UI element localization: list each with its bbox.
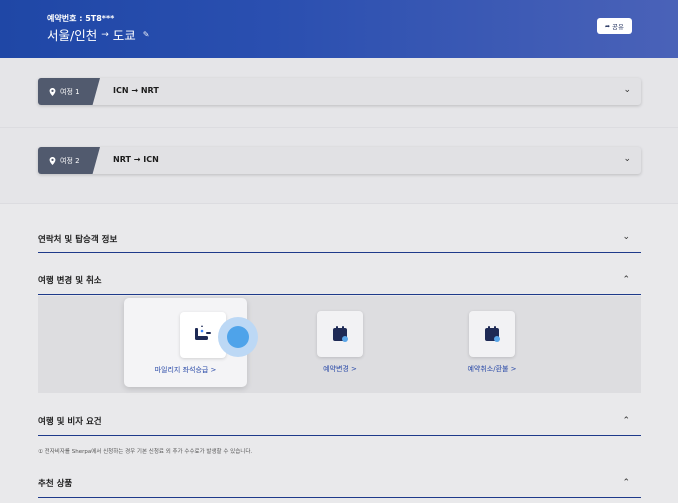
- trip-card-1[interactable]: 여정 1 ICN → NRT ⌄: [38, 78, 641, 105]
- route-title: 서울/인천 → 도쿄 ✎: [47, 25, 149, 44]
- location-pin-icon: [49, 87, 56, 96]
- section-recommended[interactable]: 추천 상품 ⌃: [38, 467, 641, 498]
- highlight-ring-icon: [217, 317, 258, 357]
- edit-icon[interactable]: ✎: [143, 30, 150, 39]
- calendar-tile: [469, 311, 515, 357]
- calendar-cancel-icon: [485, 326, 500, 342]
- trip-tag-1: 여정 1: [38, 78, 100, 105]
- chevron-up-icon[interactable]: ⌃: [622, 275, 630, 285]
- booking-number: 예약번호 : 5T8***: [47, 14, 115, 23]
- share-label: 공유: [612, 23, 624, 31]
- action-cancel-refund[interactable]: 예약취소/환불 >: [452, 311, 532, 374]
- action-label: 예약변경 >: [323, 365, 357, 373]
- chevron-down-icon[interactable]: ⌄: [623, 154, 631, 164]
- section-change-cancel[interactable]: 여행 변경 및 취소 ⌃: [38, 265, 641, 295]
- calendar-tile: [317, 311, 363, 357]
- section-contact[interactable]: 연락처 및 탑승객 정보 ⌄: [38, 222, 641, 253]
- seat-upgrade-icon: [194, 325, 211, 340]
- action-change-booking[interactable]: 예약변경 >: [300, 311, 380, 374]
- reservation-header: 예약번호 : 5T8*** 서울/인천 → 도쿄 ✎ ➦ 공유: [0, 0, 678, 58]
- share-icon: ➦: [605, 22, 611, 30]
- chevron-up-icon[interactable]: ⌃: [622, 416, 630, 426]
- section-title: 연락처 및 탑승객 정보: [38, 235, 118, 245]
- share-button[interactable]: ➦ 공유: [597, 18, 632, 34]
- action-label: 마일리지 좌석승급 >: [154, 366, 217, 374]
- section-travel-visa[interactable]: 여행 및 비자 요건 ⌃: [38, 405, 641, 436]
- route-origin: 서울/인천: [47, 28, 98, 43]
- section-title: 추천 상품: [38, 479, 73, 489]
- chevron-up-icon[interactable]: ⌃: [622, 478, 630, 488]
- route-destination: 도쿄: [112, 28, 136, 43]
- visa-notice: ① 전자비자를 Sherpa에서 신청하는 경우 기본 신청료 외 추가 수수료…: [38, 449, 253, 455]
- chevron-down-icon[interactable]: ⌄: [623, 85, 631, 95]
- trip-tag-2: 여정 2: [38, 147, 100, 174]
- calendar-change-icon: [333, 326, 348, 342]
- trip-route: ICN → NRT: [113, 86, 159, 95]
- trip-tag-label: 여정 1: [60, 87, 80, 96]
- section-title: 여행 및 비자 요건: [38, 417, 102, 427]
- location-pin-icon: [49, 156, 56, 165]
- route-arrow-icon: →: [101, 29, 109, 40]
- action-seat-upgrade[interactable]: 마일리지 좌석승급 >: [124, 311, 258, 375]
- trip-route: NRT → ICN: [113, 155, 159, 164]
- chevron-down-icon[interactable]: ⌄: [622, 232, 630, 242]
- trip-tag-label: 여정 2: [60, 156, 80, 165]
- action-label: 예약취소/환불 >: [467, 365, 517, 373]
- trip-card-2[interactable]: 여정 2 NRT → ICN ⌄: [38, 147, 641, 174]
- section-title: 여행 변경 및 취소: [38, 276, 102, 286]
